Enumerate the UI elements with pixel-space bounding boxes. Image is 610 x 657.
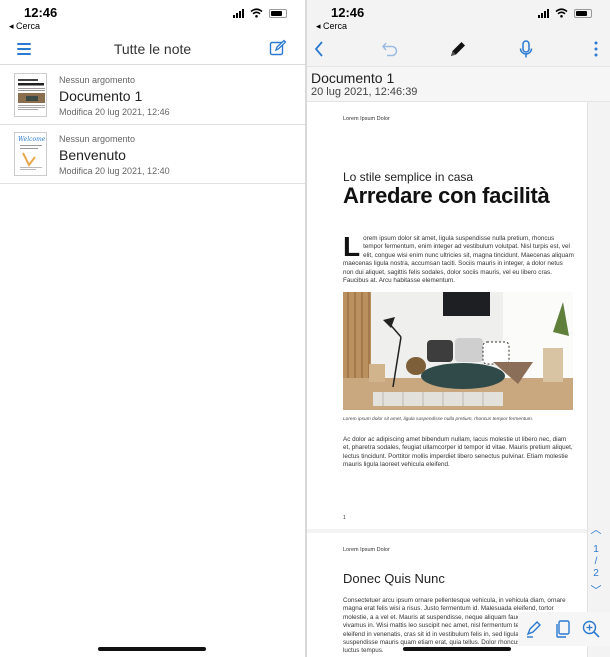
document-title: Documento 1 (311, 70, 395, 86)
document-bottom-tools (518, 612, 610, 646)
note-thumbnail (14, 73, 47, 117)
back-to-search-link[interactable]: ◂ Cerca (9, 21, 40, 32)
note-list-item[interactable]: Nessun argomento Documento 1 Modifica 20… (0, 66, 305, 125)
note-modified: Modifica 20 lug 2021, 12:40 (59, 166, 170, 176)
notes-header: Tutte le note (0, 34, 305, 65)
note-modified: Modifica 20 lug 2021, 12:46 (59, 107, 170, 117)
status-icons (233, 8, 287, 18)
article-subtitle: Lo stile semplice in casa (343, 170, 474, 184)
document-header: Documento 1 20 lug 2021, 12:46:39 (307, 66, 610, 102)
chevron-up-icon[interactable]: ︿ (586, 525, 606, 536)
home-indicator (403, 647, 511, 651)
chevron-down-icon[interactable]: ﹀ (586, 586, 606, 597)
page-number: 1 (343, 515, 346, 521)
article-paragraph: Ac dolor ac adipiscing amet bibendum nul… (343, 436, 573, 469)
image-caption: Lorem ipsum dolor sit amet, ligula suspe… (343, 417, 534, 422)
status-time: 12:46 (331, 5, 365, 20)
living-room-photo (343, 292, 573, 410)
status-icons (538, 8, 592, 18)
article-title: Arredare con facilità (343, 183, 550, 208)
document-date: 20 lug 2021, 12:46:39 (311, 86, 418, 98)
notes-list-panel: 12:46 ◂ Cerca Tutte le note Nessun argom… (0, 0, 305, 657)
page-running-header: Lorem Ipsum Dolor (343, 547, 390, 553)
microphone-icon[interactable] (516, 39, 536, 59)
page-separator: / (594, 556, 598, 567)
article-paragraph: Lorem ipsum dolor sit amet, ligula suspe… (343, 231, 575, 285)
more-options-icon[interactable] (586, 39, 606, 59)
drop-cap: L (343, 231, 361, 262)
wifi-icon (555, 8, 568, 18)
note-title: Benvenuto (59, 147, 126, 163)
section-title: Donec Quis Nunc (343, 571, 445, 586)
status-time: 12:46 (24, 5, 58, 20)
status-bar: 12:46 ◂ Cerca (0, 0, 305, 34)
battery-icon (269, 8, 287, 18)
document-page: Lorem Ipsum Dolor Lo stile semplice in c… (307, 102, 587, 529)
battery-icon (574, 8, 592, 18)
note-thumbnail: Welcome (14, 132, 47, 176)
note-topic: Nessun argomento (59, 75, 136, 85)
page-running-header: Lorem Ipsum Dolor (343, 116, 390, 122)
chevron-left-icon[interactable] (310, 39, 330, 59)
undo-icon[interactable] (380, 39, 400, 59)
note-title: Documento 1 (59, 88, 143, 104)
status-bar: 12:46 ◂ Cerca (307, 0, 610, 34)
home-indicator (98, 647, 206, 651)
document-toolbar (307, 34, 610, 64)
highlighter-icon[interactable] (524, 619, 544, 639)
document-viewer-panel: 12:46 ◂ Cerca Documento 1 20 lug 2021, 1… (307, 0, 610, 657)
total-pages: 2 (593, 568, 599, 579)
page-navigator: ︿ 1 / 2 ﹀ (586, 525, 606, 597)
note-list-item[interactable]: Welcome Nessun argomento Benvenuto Modif… (0, 125, 305, 184)
pen-icon[interactable] (448, 39, 468, 59)
paragraph-text: orem ipsum dolor sit amet, ligula suspen… (343, 235, 574, 285)
page-title: Tutte le note (113, 41, 192, 57)
zoom-in-icon[interactable] (581, 619, 601, 639)
new-note-icon[interactable] (269, 39, 287, 57)
back-to-search-link[interactable]: ◂ Cerca (316, 21, 347, 32)
pages-icon[interactable] (553, 619, 573, 639)
wifi-icon (250, 8, 263, 18)
cellular-signal-icon (538, 8, 549, 18)
cellular-signal-icon (233, 8, 244, 18)
note-topic: Nessun argomento (59, 134, 136, 144)
current-page: 1 (593, 544, 599, 555)
